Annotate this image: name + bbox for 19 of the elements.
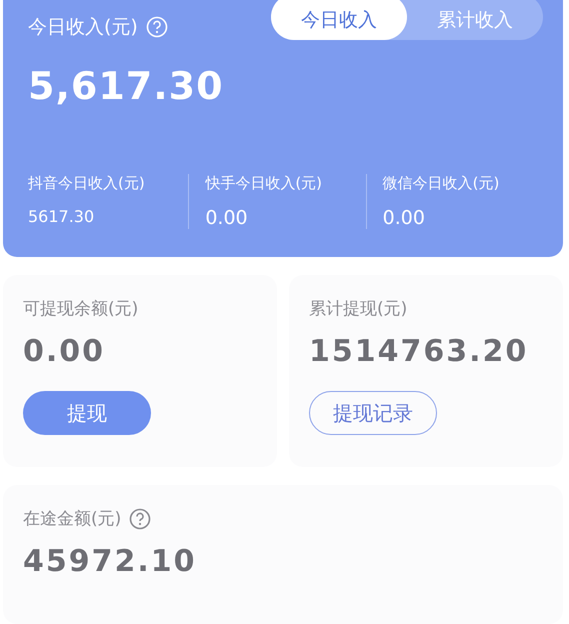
withdrawn-value: 1514763.20 <box>309 334 530 369</box>
help-icon[interactable] <box>129 508 152 530</box>
platform-label: 抖音今日收入(元) <box>28 174 146 193</box>
platform-value: 5617.30 <box>28 207 96 226</box>
platform-value: 0.00 <box>205 207 249 229</box>
income-tab[interactable]: 累计收入 <box>407 0 543 40</box>
balance-label: 可提现余额(元) <box>23 298 140 320</box>
pending-label: 在途金额(元) <box>23 508 122 530</box>
withdrawn-label: 累计提现(元) <box>309 298 408 320</box>
platform-value: 0.00 <box>382 207 426 229</box>
balance-value: 0.00 <box>23 334 106 369</box>
income-title: 今日收入(元) <box>28 15 138 40</box>
income-tab[interactable]: 今日收入 <box>271 0 407 40</box>
withdraw-history-button[interactable]: 提现记录 <box>309 391 437 435</box>
income-amount: 5,617.30 <box>28 64 225 108</box>
platform-label: 快手今日收入(元) <box>205 174 324 193</box>
platform-label: 微信今日收入(元) <box>382 174 500 193</box>
withdraw-button[interactable]: 提现 <box>23 391 151 435</box>
pending-value: 45972.10 <box>23 544 198 579</box>
